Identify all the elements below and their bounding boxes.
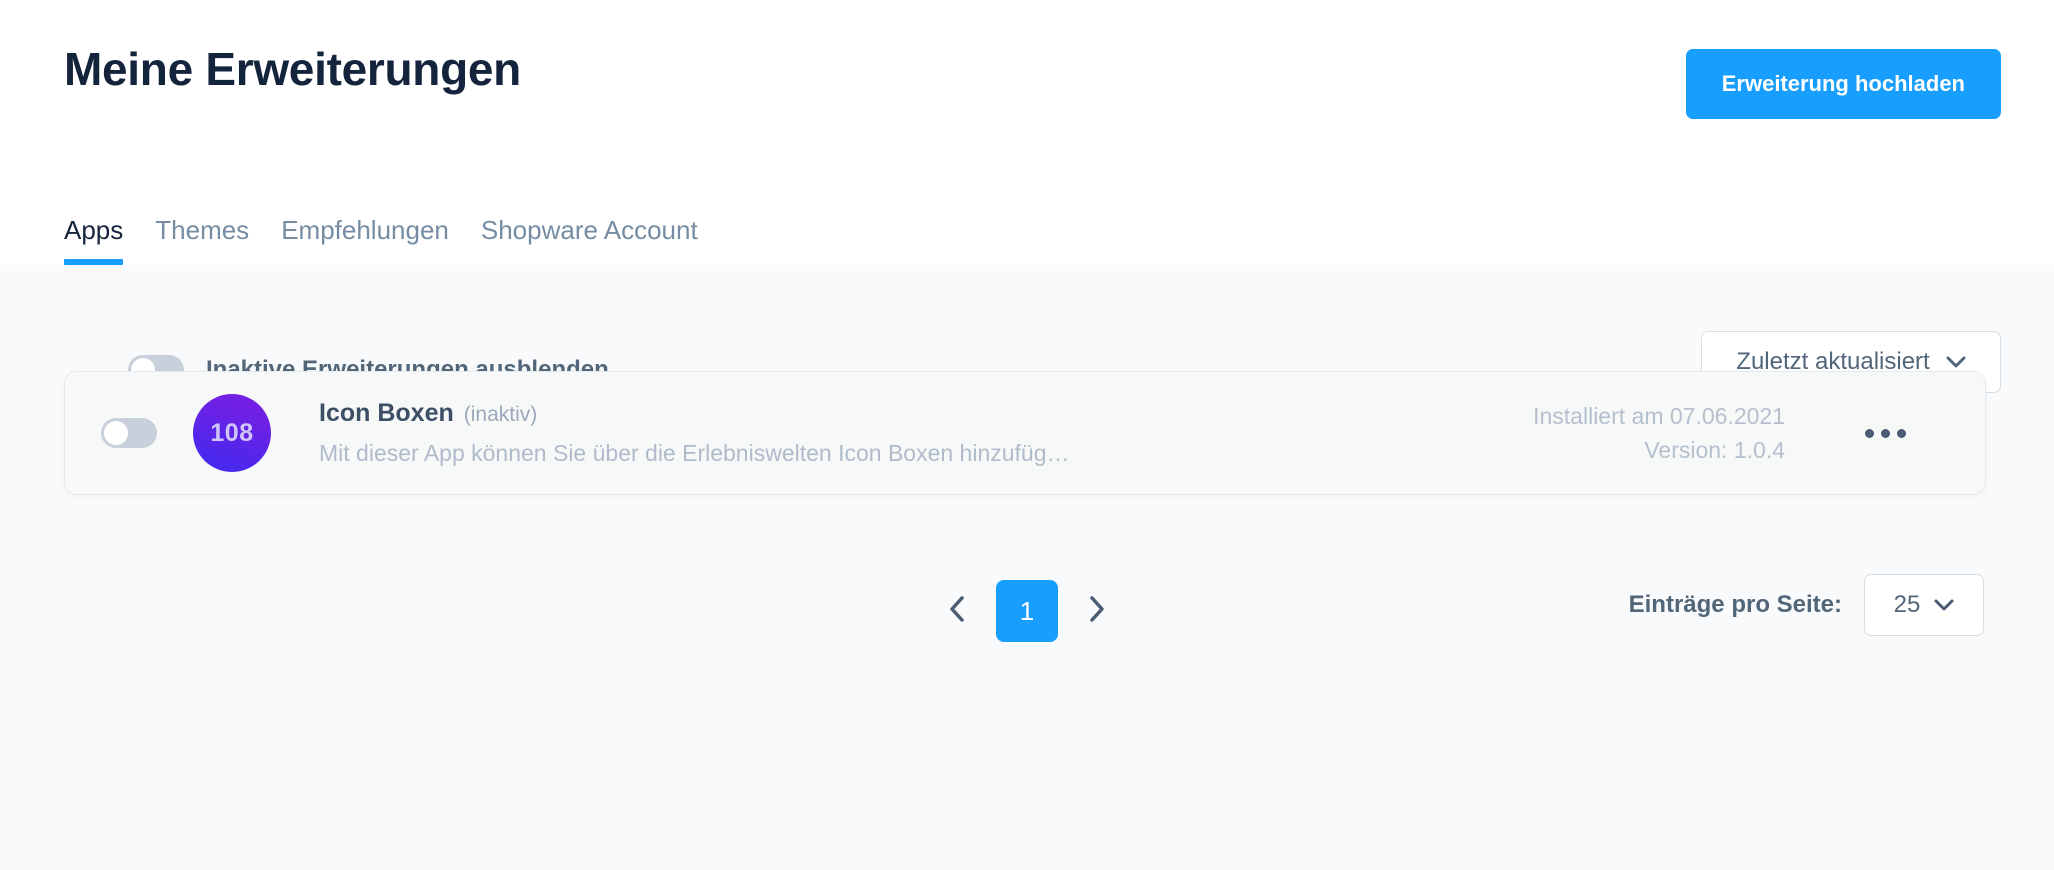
tab-shopware-account-label: Shopware Account (480, 215, 698, 245)
extensions-page: Meine Erweiterungen Erweiterung hochlade… (0, 0, 2054, 870)
tab-themes-label: Themes (155, 215, 250, 245)
extension-active-toggle[interactable] (101, 418, 157, 448)
per-page-control: Einträge pro Seite: 25 (1629, 574, 1984, 636)
pagination-page-1-label: 1 (1019, 595, 1035, 626)
extension-meta: Installiert am 07.06.2021 Version: 1.0.4 (1533, 399, 1785, 468)
pagination-next-button[interactable] (1080, 594, 1114, 628)
extension-description: Mit dieser App können Sie über die Erleb… (319, 440, 1070, 466)
tab-empfehlungen[interactable]: Empfehlungen (265, 217, 465, 265)
toggle-knob (104, 421, 128, 445)
tab-themes[interactable]: Themes (139, 217, 265, 265)
extension-context-menu-button[interactable] (1785, 428, 1985, 438)
tab-shopware-account[interactable]: Shopware Account (465, 217, 714, 265)
pagination-page-1[interactable]: 1 (996, 580, 1058, 642)
extension-card[interactable]: 108 Icon Boxen (inaktiv) Mit dieser App … (64, 371, 1986, 495)
per-page-label: Einträge pro Seite: (1628, 591, 1842, 618)
pagination-bar: 1 Einträge pro Seite: 25 (0, 574, 2054, 644)
pagination-prev-button[interactable] (940, 594, 974, 628)
tab-apps[interactable]: Apps (64, 217, 139, 265)
extension-toggle-wrap (65, 418, 193, 448)
pagination-controls: 1 (940, 580, 1114, 642)
page-header: Meine Erweiterungen Erweiterung hochlade… (0, 0, 2054, 265)
page-content: Inaktive Erweiterungen ausblenden Zuletz… (0, 265, 2054, 870)
extension-title-line: Icon Boxen (inaktiv) (319, 399, 1493, 428)
tab-empfehlungen-label: Empfehlungen (281, 215, 449, 245)
tab-apps-label: Apps (64, 215, 124, 245)
extension-info: Icon Boxen (inaktiv) Mit dieser App könn… (319, 399, 1533, 467)
extension-installed-date: Installiert am 07.06.2021 (1533, 402, 1785, 429)
more-horizontal-icon (1864, 428, 1906, 438)
extension-state-badge: (inaktiv) (463, 403, 538, 426)
extension-app-icon-label: 108 (210, 418, 254, 447)
chevron-right-icon (1086, 594, 1108, 629)
extension-name: Icon Boxen (319, 399, 454, 427)
upload-extension-button[interactable]: Erweiterung hochladen (1685, 49, 2001, 119)
chevron-down-icon (1934, 599, 1954, 611)
per-page-value: 25 (1893, 591, 1921, 618)
extension-version: Version: 1.0.4 (1644, 437, 1785, 463)
page-title: Meine Erweiterungen (64, 43, 521, 95)
chevron-down-icon (1946, 356, 1966, 368)
tab-bar: Apps Themes Empfehlungen Shopware Accoun… (64, 217, 714, 265)
chevron-left-icon (946, 594, 968, 629)
per-page-select[interactable]: 25 (1864, 574, 1984, 636)
extension-app-icon: 108 (193, 394, 271, 472)
